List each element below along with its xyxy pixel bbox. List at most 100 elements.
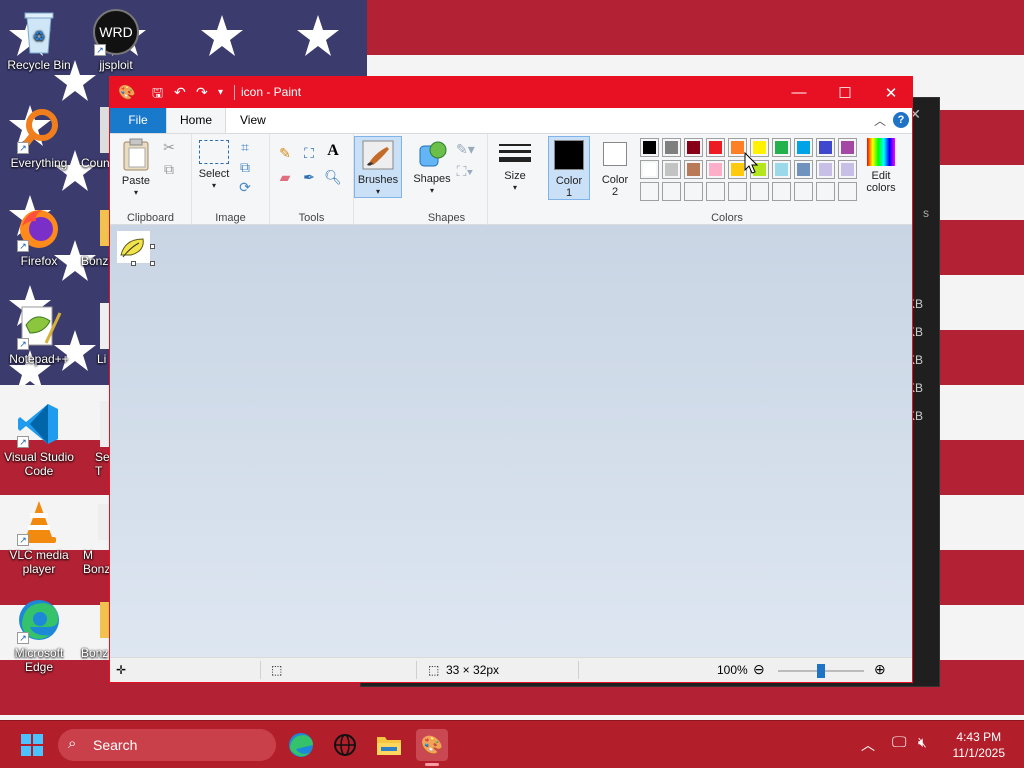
color-swatch[interactable] [816,182,835,201]
color-swatch[interactable] [640,160,659,179]
save-icon[interactable]: 🖫 [152,84,163,106]
paint-app-icon: 🎨 [118,84,136,100]
desktop-icon-vlc[interactable]: ↗ VLC media player [0,498,78,576]
color-swatch-fill [775,141,788,154]
size-group: Size ▾ [488,134,542,226]
color-swatch[interactable] [772,138,791,157]
maximize-button[interactable]: ☐ [822,77,868,108]
color-swatch[interactable] [662,182,681,201]
minimize-button[interactable]: — [776,77,822,108]
fill-icon[interactable]: ⛶ [300,144,318,162]
color2-button[interactable]: Color 2 [594,136,636,198]
desktop-icon-firefox[interactable]: ↗ Firefox [0,204,78,268]
crop-icon[interactable]: ⌗ [236,138,254,156]
color-swatch[interactable] [794,182,813,201]
close-button[interactable]: ✕ [868,77,914,108]
magnifier-icon[interactable]: 🔍︎ [324,168,342,186]
clock[interactable]: 4:43 PM 11/1/2025 [953,729,1006,761]
fill-shape-icon[interactable]: ⛶▾ [456,162,474,180]
desktop-icon-everything[interactable]: ↗ Everything [0,106,78,170]
color-swatch[interactable] [838,160,857,179]
color-swatch[interactable] [838,182,857,201]
color-swatch[interactable] [684,160,703,179]
title-bar[interactable]: 🎨 🖫 ↶ ↷ ▾ icon - Paint — ☐ ✕ [110,77,912,108]
pencil-icon[interactable]: ✎ [276,144,294,162]
edge-taskbar-button[interactable] [285,729,317,761]
resize-handle[interactable] [131,261,136,266]
color-swatch[interactable] [816,138,835,157]
collapse-ribbon-icon[interactable]: ︿ [874,112,886,129]
eraser-icon[interactable]: ▰ [276,168,294,186]
size-button[interactable]: Size ▾ [494,138,536,194]
tab-view[interactable]: View [226,108,280,133]
search-box[interactable]: ⌕ Search [58,729,276,761]
select-button[interactable]: Select ▾ [196,140,232,192]
desktop-icon-jjsploit[interactable]: WRD ↗ jjsploit [77,8,155,72]
show-hidden-icons-chevron-icon[interactable]: ︿ [861,735,875,755]
desktop-icon-bonz-2[interactable]: Bonz [77,596,113,660]
shortcut-arrow-icon: ↗ [94,44,106,56]
desktop-icon-li[interactable]: Li [77,302,113,366]
color-swatch[interactable] [662,138,681,157]
image-canvas[interactable] [117,231,150,263]
color-swatch[interactable] [794,160,813,179]
color-swatch[interactable] [772,160,791,179]
tab-file[interactable]: File [110,108,166,133]
color-swatch[interactable] [706,138,725,157]
desktop-icon-notepadpp[interactable]: ↗ Notepad++ [0,302,78,366]
outline-icon[interactable]: ✎▾ [456,140,475,158]
color-swatch[interactable] [684,182,703,201]
color-swatch[interactable] [772,182,791,201]
network-icon[interactable]: 🖵 [892,734,906,751]
color-swatch[interactable] [728,182,747,201]
sound-muted-icon[interactable]: 🔇︎ [918,734,927,751]
brushes-button[interactable]: Brushes ▾ [354,136,402,198]
color-swatch[interactable] [816,160,835,179]
color-picker-icon[interactable]: ✒ [300,168,318,186]
paint-taskbar-button[interactable]: 🎨 [416,729,448,766]
canvas-area[interactable] [110,225,912,657]
paint-window[interactable]: 🎨 🖫 ↶ ↷ ▾ icon - Paint — ☐ ✕ File Home V… [109,76,913,683]
color-swatch[interactable] [838,138,857,157]
customize-quick-access-icon[interactable]: ▾ [218,87,223,98]
shapes-button[interactable]: Shapes ▾ [412,138,452,197]
color-swatch[interactable] [640,182,659,201]
undo-icon[interactable]: ↶ [174,84,186,101]
color-swatch-fill [709,185,722,198]
color-swatch[interactable] [794,138,813,157]
desktop-icon-coun[interactable]: Coun [77,106,113,170]
desktop-icon-edge[interactable]: ↗ Microsoft Edge [0,596,78,674]
desktop-icon-recycle-bin[interactable]: ♻ Recycle Bin [0,8,78,72]
desktop-icon-vscode[interactable]: ↗ Visual Studio Code [0,400,78,478]
cut-icon[interactable]: ✂ [160,138,178,156]
zoom-slider-thumb[interactable] [817,664,825,678]
desktop-icon-se[interactable]: Se T [77,400,113,478]
zoom-slider-track[interactable] [778,664,864,678]
desktop-icon-bonz-1[interactable]: Bonz [77,204,113,268]
start-button[interactable] [16,729,48,761]
zoom-out-button[interactable]: ⊖ [753,661,765,678]
color-swatch-fill [797,185,810,198]
rotate-icon[interactable]: ⟳ [236,178,254,196]
redo-icon[interactable]: ↷ [196,84,208,101]
zoom-in-button[interactable]: ⊕ [874,661,886,678]
text-tool-icon[interactable]: A [324,142,342,160]
color-swatch[interactable] [750,182,769,201]
color1-button[interactable]: Color 1 [548,136,590,200]
globe-taskbar-button[interactable] [329,729,361,761]
edit-colors-button[interactable]: Edit colors [858,138,904,194]
resize-handle[interactable] [150,244,155,249]
resize-icon[interactable]: ⧉ [236,158,254,176]
copy-icon[interactable]: ⧉ [160,160,178,178]
resize-handle[interactable] [150,261,155,266]
color-swatch[interactable] [640,138,659,157]
tab-home[interactable]: Home [166,108,226,133]
help-button[interactable]: ? [893,112,909,128]
color-swatch[interactable] [706,160,725,179]
file-explorer-taskbar-button[interactable] [373,729,405,761]
desktop-icon-m-bonz[interactable]: M Bonz [77,498,113,576]
color-swatch[interactable] [706,182,725,201]
color-swatch[interactable] [684,138,703,157]
color-swatch[interactable] [662,160,681,179]
paste-button[interactable]: Paste ▾ [116,138,156,199]
